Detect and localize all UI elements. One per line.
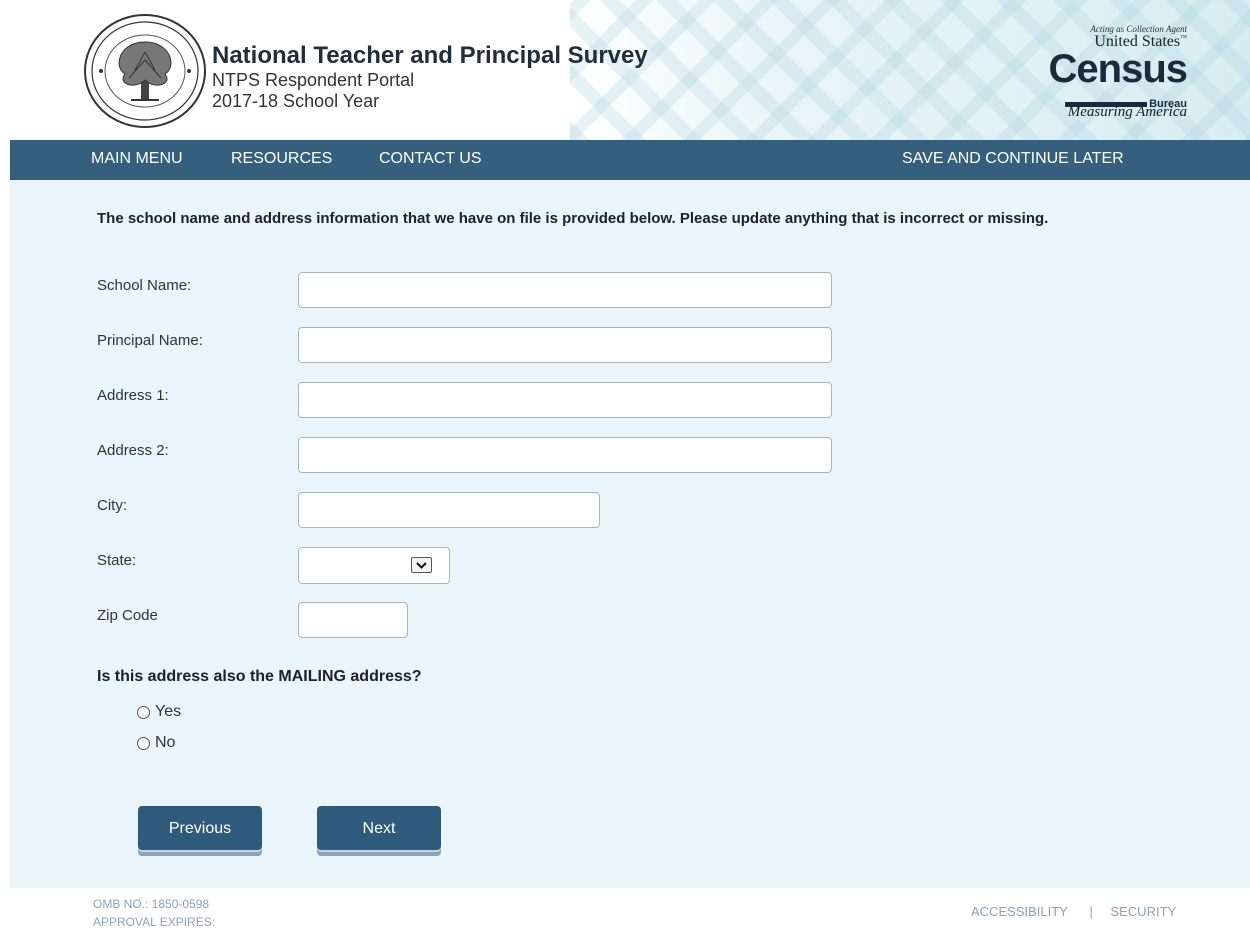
trademark-mark: ™	[1180, 33, 1187, 42]
header-title-block: National Teacher and Principal Survey NT…	[212, 42, 648, 112]
census-bureau-logo: Acting as Collection Agent United States…	[1027, 24, 1189, 122]
footer-omb-info: OMB NO.: 1850-0598 APPROVAL EXPIRES:	[93, 895, 215, 931]
site-header: National Teacher and Principal Survey NT…	[10, 0, 1250, 140]
zip-code-input[interactable]	[298, 602, 408, 638]
nav-contact-us-link[interactable]: CONTACT US	[379, 150, 482, 168]
footer-separator: |	[1089, 904, 1093, 919]
nav-main-menu-link[interactable]: MAIN MENU	[91, 150, 183, 168]
mailing-address-question: Is this address also the MAILING address…	[97, 668, 422, 685]
nav-resources-link[interactable]: RESOURCES	[231, 150, 332, 168]
address-2-label: Address 2:	[97, 442, 169, 459]
top-navigation-bar: MAIN MENU RESOURCES CONTACT US SAVE AND …	[10, 140, 1250, 180]
address-2-input[interactable]	[298, 437, 832, 473]
principal-name-label: Principal Name:	[97, 332, 203, 349]
radio-yes-label[interactable]: Yes	[155, 703, 181, 721]
accessibility-link[interactable]: ACCESSIBILITY	[971, 904, 1068, 919]
city-label: City:	[97, 497, 127, 514]
school-name-label: School Name:	[97, 277, 192, 294]
footer-links: ACCESSIBILITY | SECURITY	[971, 904, 1176, 919]
site-title: National Teacher and Principal Survey	[212, 42, 648, 69]
state-label: State:	[97, 552, 137, 569]
census-wordmark: Census	[1048, 47, 1189, 91]
department-of-education-seal-logo	[84, 14, 206, 128]
address-1-label: Address 1:	[97, 387, 169, 404]
measuring-america-tagline: Measuring America	[1067, 104, 1187, 120]
approval-expires: APPROVAL EXPIRES:	[93, 915, 216, 929]
form-intro-text: The school name and address information …	[97, 210, 1049, 227]
radio-no[interactable]	[137, 736, 150, 750]
nav-save-continue-later-link[interactable]: SAVE AND CONTINUE LATER	[902, 150, 1124, 168]
mailing-no-option[interactable]: No	[137, 734, 175, 752]
school-year: 2017-18 School Year	[212, 91, 380, 111]
zip-code-label: Zip Code	[97, 607, 158, 624]
security-link[interactable]: SECURITY	[1110, 904, 1176, 919]
city-input[interactable]	[298, 492, 600, 528]
school-name-input[interactable]	[298, 272, 832, 308]
portal-name: NTPS Respondent Portal	[212, 70, 415, 90]
previous-button[interactable]: Previous	[138, 806, 262, 852]
address-1-input[interactable]	[298, 382, 832, 418]
omb-number: OMB NO.: 1850-0598	[93, 897, 210, 911]
chevron-down-icon[interactable]	[411, 557, 432, 573]
radio-yes[interactable]	[137, 705, 150, 719]
next-button[interactable]: Next	[317, 806, 441, 852]
radio-no-label[interactable]: No	[155, 734, 175, 752]
principal-name-input[interactable]	[298, 327, 832, 363]
mailing-yes-option[interactable]: Yes	[137, 703, 181, 721]
page: National Teacher and Principal Survey NT…	[0, 0, 1250, 931]
